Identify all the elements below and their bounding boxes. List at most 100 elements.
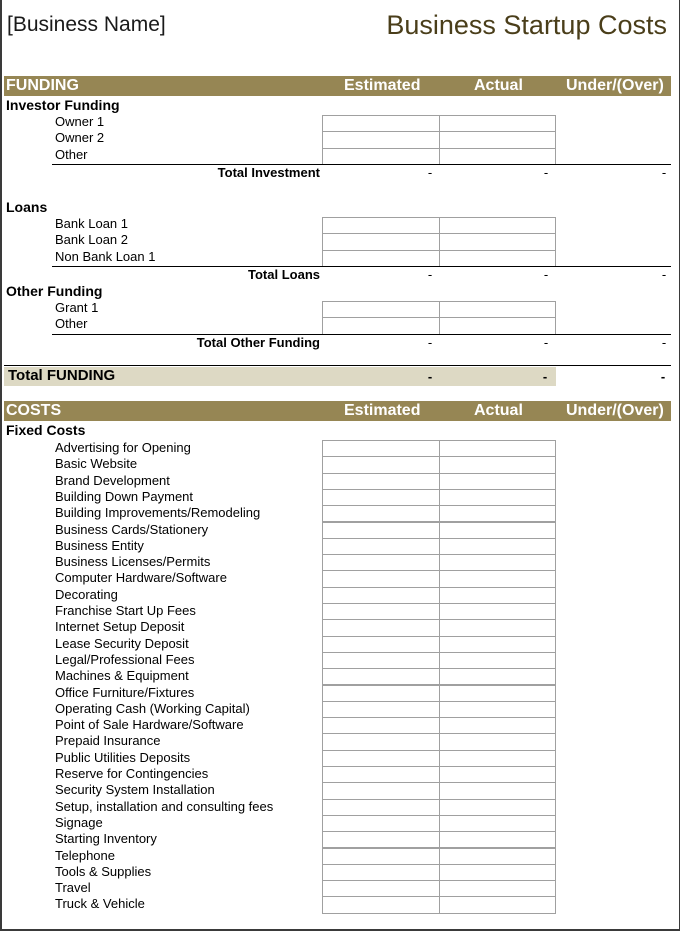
actual-input-cell[interactable] bbox=[439, 521, 556, 539]
actual-input-cell[interactable] bbox=[439, 505, 556, 523]
group-heading: Other Funding bbox=[6, 283, 103, 299]
estimated-input-cell[interactable] bbox=[322, 456, 440, 474]
line-item-label: Owner 1 bbox=[55, 114, 105, 129]
estimated-input-cell[interactable] bbox=[322, 521, 440, 539]
actual-input-cell[interactable] bbox=[439, 233, 556, 251]
estimated-input-cell[interactable] bbox=[322, 217, 440, 235]
subtotal-estimated: - bbox=[427, 334, 433, 350]
actual-input-cell[interactable] bbox=[439, 880, 556, 898]
line-item-label: Owner 2 bbox=[55, 130, 105, 146]
estimated-input-cell[interactable] bbox=[322, 717, 440, 735]
estimated-input-cell[interactable] bbox=[322, 651, 440, 670]
actual-input-cell[interactable] bbox=[439, 249, 556, 267]
actual-input-cell[interactable] bbox=[439, 586, 556, 604]
line-item-label: Prepaid Insurance bbox=[55, 733, 161, 749]
line-item-label: Signage bbox=[55, 814, 103, 830]
estimated-input-cell[interactable] bbox=[322, 668, 440, 686]
line-item-label: Business Entity bbox=[55, 537, 144, 553]
estimated-input-cell[interactable] bbox=[322, 603, 440, 621]
actual-input-cell[interactable] bbox=[439, 766, 556, 784]
estimated-input-cell[interactable] bbox=[322, 233, 440, 251]
actual-input-cell[interactable] bbox=[439, 217, 556, 235]
estimated-input-cell[interactable] bbox=[322, 317, 440, 335]
estimated-input-cell[interactable] bbox=[322, 847, 440, 865]
estimated-input-cell[interactable] bbox=[322, 586, 440, 604]
line-item-label: Advertising for Opening bbox=[55, 440, 191, 455]
estimated-input-cell[interactable] bbox=[322, 472, 440, 490]
actual-input-cell[interactable] bbox=[439, 749, 556, 767]
actual-input-cell[interactable] bbox=[439, 651, 556, 670]
estimated-input-cell[interactable] bbox=[322, 488, 440, 507]
actual-input-cell[interactable] bbox=[439, 131, 556, 149]
estimated-input-cell[interactable] bbox=[322, 831, 440, 849]
estimated-input-cell[interactable] bbox=[322, 619, 440, 637]
subtotal-label: Total Loans bbox=[248, 266, 320, 282]
actual-input-cell[interactable] bbox=[439, 554, 556, 572]
costs-section-label: COSTS bbox=[6, 402, 62, 419]
actual-input-cell[interactable] bbox=[439, 684, 556, 702]
line-item-label: Building Down Payment bbox=[55, 488, 194, 504]
actual-input-cell[interactable] bbox=[439, 537, 556, 556]
estimated-input-cell[interactable] bbox=[322, 554, 440, 572]
subtotal-under-over: - bbox=[661, 334, 667, 350]
estimated-input-cell[interactable] bbox=[322, 733, 440, 751]
estimated-input-cell[interactable] bbox=[322, 814, 440, 833]
line-item-label: Tools & Supplies bbox=[55, 863, 152, 879]
line-item-label: Starting Inventory bbox=[55, 831, 157, 847]
subtotal-under-over: - bbox=[661, 164, 667, 180]
estimated-input-cell[interactable] bbox=[322, 700, 440, 719]
estimated-input-cell[interactable] bbox=[322, 537, 440, 556]
actual-input-cell[interactable] bbox=[439, 733, 556, 751]
actual-input-cell[interactable] bbox=[439, 570, 556, 588]
actual-input-cell[interactable] bbox=[439, 782, 556, 800]
actual-input-cell[interactable] bbox=[439, 301, 556, 319]
line-item-label: Franchise Start Up Fees bbox=[55, 603, 196, 618]
actual-input-cell[interactable] bbox=[439, 317, 556, 335]
estimated-input-cell[interactable] bbox=[322, 798, 440, 816]
actual-input-cell[interactable] bbox=[439, 668, 556, 686]
actual-input-cell[interactable] bbox=[439, 115, 556, 133]
actual-input-cell[interactable] bbox=[439, 847, 556, 865]
line-item-label: Brand Development bbox=[55, 472, 170, 488]
actual-input-cell[interactable] bbox=[439, 147, 556, 165]
estimated-input-cell[interactable] bbox=[322, 131, 440, 149]
estimated-input-cell[interactable] bbox=[322, 249, 440, 267]
actual-input-cell[interactable] bbox=[439, 863, 556, 882]
actual-input-cell[interactable] bbox=[439, 896, 556, 914]
line-item-label: Other bbox=[55, 146, 88, 162]
estimated-input-cell[interactable] bbox=[322, 440, 440, 458]
actual-input-cell[interactable] bbox=[439, 619, 556, 637]
actual-input-cell[interactable] bbox=[439, 472, 556, 490]
estimated-input-cell[interactable] bbox=[322, 115, 440, 133]
total-funding-label: Total FUNDING bbox=[8, 367, 116, 384]
actual-input-cell[interactable] bbox=[439, 700, 556, 719]
estimated-input-cell[interactable] bbox=[322, 782, 440, 800]
actual-input-cell[interactable] bbox=[439, 603, 556, 621]
estimated-input-cell[interactable] bbox=[322, 570, 440, 588]
actual-input-cell[interactable] bbox=[439, 440, 556, 458]
estimated-input-cell[interactable] bbox=[322, 684, 440, 702]
actual-input-cell[interactable] bbox=[439, 831, 556, 849]
document-title: Business Startup Costs bbox=[386, 10, 667, 40]
estimated-input-cell[interactable] bbox=[322, 749, 440, 767]
actual-input-cell[interactable] bbox=[439, 798, 556, 816]
estimated-input-cell[interactable] bbox=[322, 147, 440, 165]
total-funding-under-over: - bbox=[660, 369, 666, 384]
line-item-label: Computer Hardware/Software bbox=[55, 570, 227, 586]
business-name[interactable]: [Business Name] bbox=[7, 13, 166, 37]
estimated-input-cell[interactable] bbox=[322, 635, 440, 653]
line-item-label: Office Furniture/Fixtures bbox=[55, 684, 195, 700]
actual-input-cell[interactable] bbox=[439, 635, 556, 653]
actual-input-cell[interactable] bbox=[439, 456, 556, 474]
actual-input-cell[interactable] bbox=[439, 814, 556, 833]
estimated-input-cell[interactable] bbox=[322, 863, 440, 882]
estimated-input-cell[interactable] bbox=[322, 301, 440, 319]
actual-input-cell[interactable] bbox=[439, 717, 556, 735]
estimated-input-cell[interactable] bbox=[322, 766, 440, 784]
line-item-label: Business Licenses/Permits bbox=[55, 554, 211, 570]
actual-input-cell[interactable] bbox=[439, 488, 556, 507]
estimated-input-cell[interactable] bbox=[322, 505, 440, 523]
subtotal-actual: - bbox=[543, 334, 549, 350]
estimated-input-cell[interactable] bbox=[322, 896, 440, 914]
estimated-input-cell[interactable] bbox=[322, 880, 440, 898]
